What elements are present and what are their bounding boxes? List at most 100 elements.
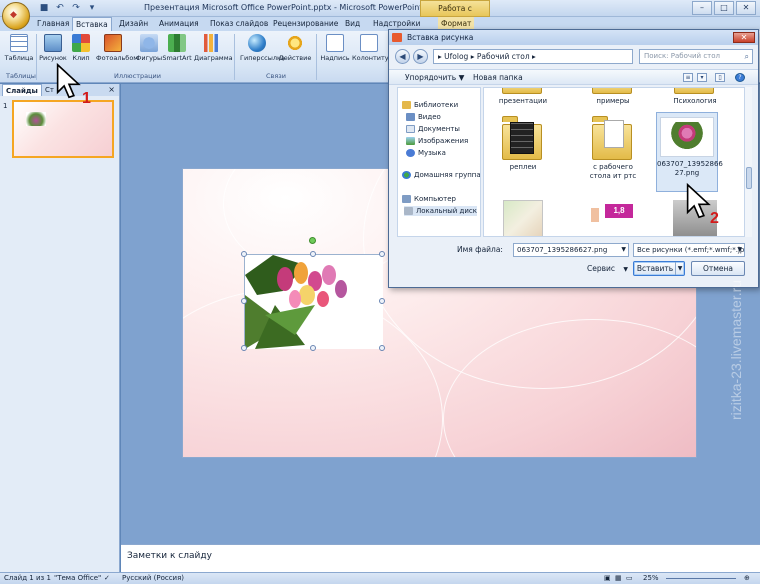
file-item[interactable]: [492, 200, 554, 236]
new-folder-button[interactable]: Новая папка: [473, 70, 523, 85]
slide-thumbnail[interactable]: [12, 100, 114, 158]
help-icon[interactable]: ?: [735, 73, 745, 82]
preview-pane-icon[interactable]: ▯: [715, 73, 725, 82]
fit-to-window-icon[interactable]: ⊕: [744, 573, 750, 584]
cancel-button[interactable]: Отмена: [691, 261, 745, 276]
service-menu[interactable]: Сервис ▼: [587, 263, 628, 276]
scrollbar-thumb[interactable]: [746, 167, 752, 189]
clip-button[interactable]: Клип: [64, 34, 98, 62]
nav-video[interactable]: Видео: [406, 112, 441, 122]
address-bar[interactable]: ▸ Ufolog ▸ Рабочий стол ▸: [433, 49, 633, 64]
nav-images[interactable]: Изображения: [406, 136, 468, 146]
chevron-down-icon[interactable]: ▾: [697, 73, 707, 82]
breadcrumb-desktop[interactable]: Рабочий стол: [477, 52, 530, 61]
globe-icon: [248, 34, 266, 52]
search-icon[interactable]: ⌕: [745, 50, 749, 63]
maximize-button[interactable]: □: [714, 1, 734, 15]
file-item[interactable]: с рабочего стола ит ртс: [582, 116, 644, 181]
resize-handle[interactable]: [241, 298, 247, 304]
group-label-tables: Таблицы: [6, 72, 36, 80]
nav-homegroup[interactable]: Домашняя группа: [402, 170, 480, 180]
inserted-picture-tulips[interactable]: [244, 254, 383, 349]
redo-icon[interactable]: ↷: [70, 2, 82, 14]
hyperlink-button[interactable]: Гиперссылка: [240, 34, 285, 62]
file-item[interactable]: презентации: [492, 88, 554, 106]
resize-handle[interactable]: [241, 345, 247, 351]
spellcheck-icon[interactable]: ✓: [104, 573, 110, 584]
insert-button[interactable]: Вставить ▼: [633, 261, 685, 276]
resize-handle[interactable]: [379, 251, 385, 257]
close-panel-icon[interactable]: ×: [108, 84, 115, 96]
table-button[interactable]: Таблица: [2, 34, 36, 62]
tab-slideshow[interactable]: Показ слайдов: [207, 17, 271, 31]
nav-libraries[interactable]: Библиотеки: [402, 100, 458, 110]
view-normal-icon[interactable]: ▣: [604, 573, 611, 584]
chevron-down-icon[interactable]: ▼: [675, 262, 684, 275]
file-list-scrollbar[interactable]: [744, 87, 752, 237]
tulips-thumbnail-icon: [660, 117, 714, 157]
dialog-navigation: ◀ ▶ ▸ Ufolog ▸ Рабочий стол ▸ Поиск: Раб…: [389, 47, 758, 67]
file-type-select[interactable]: Все рисунки (*.emf;*.wmf;*.jpg ▼: [633, 243, 745, 257]
search-input[interactable]: Поиск: Рабочий стол ⌕: [639, 49, 753, 64]
forward-button[interactable]: ▶: [413, 49, 428, 64]
resize-handle[interactable]: [379, 345, 385, 351]
tab-insert[interactable]: Вставка: [72, 17, 112, 31]
close-button[interactable]: ✕: [736, 1, 756, 15]
tab-slides[interactable]: Слайды: [2, 84, 42, 96]
file-item[interactable]: реплеи: [492, 116, 554, 172]
chevron-down-icon[interactable]: ▼: [621, 244, 626, 256]
resize-handle[interactable]: [241, 251, 247, 257]
breadcrumb-ufolog[interactable]: Ufolog: [444, 52, 468, 61]
nav-documents[interactable]: Документы: [406, 124, 460, 134]
view-sorter-icon[interactable]: ▦: [615, 573, 622, 584]
file-item[interactable]: примеры: [582, 88, 644, 106]
file-item[interactable]: Психология: [664, 88, 726, 106]
file-item-selected[interactable]: 063707_13952866 27.png: [656, 112, 723, 192]
group-label-illustrations: Иллюстрации: [114, 72, 161, 80]
nav-computer[interactable]: Компьютер: [402, 194, 456, 204]
tab-view[interactable]: Вид: [342, 17, 363, 31]
tab-home[interactable]: Главная: [34, 17, 72, 31]
nav-music[interactable]: Музыка: [406, 148, 446, 158]
thumbnail-picture: [26, 112, 46, 126]
textbox-button[interactable]: Надпись: [318, 34, 352, 62]
resize-handle[interactable]: [310, 345, 316, 351]
tab-review[interactable]: Рецензирование: [270, 17, 341, 31]
header-footer-button[interactable]: Колонтитул: [352, 34, 393, 62]
photo-album-button[interactable]: Фотоальбом: [96, 34, 138, 62]
notes-pane[interactable]: Заметки к слайду: [121, 544, 760, 572]
nav-local-disk[interactable]: Локальный диск: [404, 206, 478, 216]
filename-input[interactable]: 063707_1395286627.png ▼: [513, 243, 629, 257]
smartart-button[interactable]: SmartArt: [160, 34, 194, 62]
back-button[interactable]: ◀: [395, 49, 410, 64]
chevron-down-icon[interactable]: ▼: [737, 244, 742, 256]
resize-handle[interactable]: [310, 251, 316, 257]
action-button[interactable]: Действие: [278, 34, 312, 62]
slide-info: Слайд 1 из 1: [4, 574, 51, 582]
disk-icon: [404, 207, 413, 215]
save-icon[interactable]: ■: [38, 2, 50, 14]
office-button[interactable]: ◆: [2, 2, 30, 30]
file-item[interactable]: 1,8: [582, 200, 644, 236]
minimize-button[interactable]: –: [692, 1, 712, 15]
chart-button[interactable]: Диаграмма: [194, 34, 233, 62]
organize-button[interactable]: Упорядочить ▼: [405, 70, 464, 85]
view-options-icon[interactable]: ≡: [683, 73, 693, 82]
tab-structure[interactable]: Ст: [42, 84, 57, 96]
language[interactable]: Русский (Россия): [122, 573, 184, 584]
resize-handle[interactable]: [379, 298, 385, 304]
textbox-icon: [326, 34, 344, 52]
customize-chevron-icon[interactable]: ▾: [86, 2, 98, 14]
rotation-handle[interactable]: [309, 237, 316, 244]
tab-animation[interactable]: Анимация: [156, 17, 202, 31]
quick-access-toolbar: ■ ↶ ↷ ▾: [38, 2, 98, 14]
documents-icon: [406, 125, 415, 133]
tab-design[interactable]: Дизайн: [116, 17, 151, 31]
shapes-icon: [140, 34, 158, 52]
undo-icon[interactable]: ↶: [54, 2, 66, 14]
zoom-level[interactable]: 25%: [643, 573, 659, 584]
dialog-close-button[interactable]: ✕: [733, 32, 755, 43]
view-slideshow-icon[interactable]: ▭: [626, 573, 633, 584]
step-marker-2: 2: [710, 210, 719, 227]
zoom-slider[interactable]: [666, 578, 736, 579]
